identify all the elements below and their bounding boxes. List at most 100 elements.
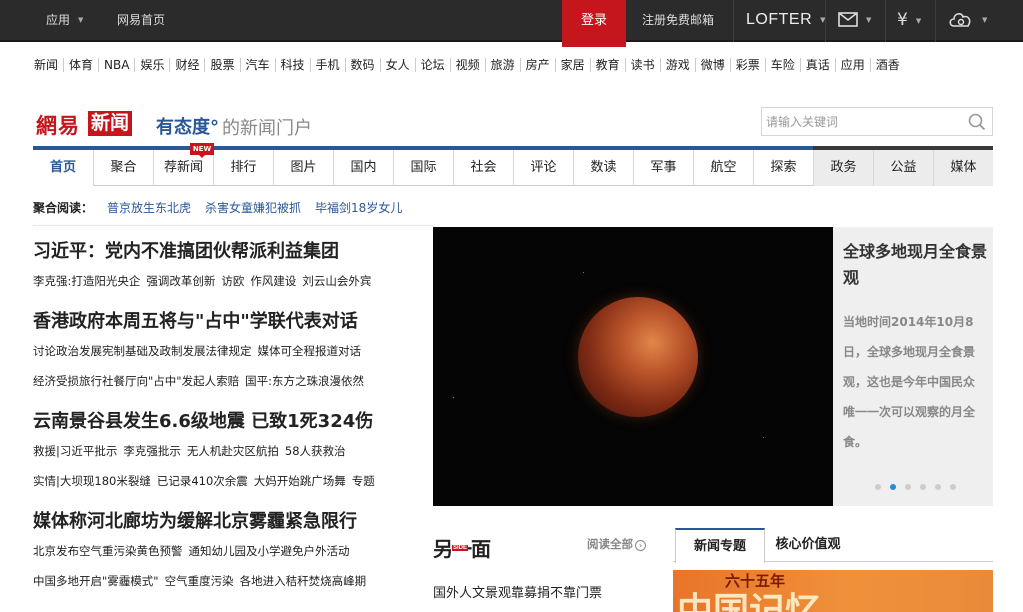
mail-menu[interactable]: ▼ [838, 0, 871, 42]
sub-headline-link[interactable]: 刘云山会外宾 [302, 274, 371, 288]
channel-link[interactable]: 女人 [379, 58, 415, 72]
sub-headline-link[interactable]: 通知幼儿园及小学避免户外活动 [189, 544, 350, 558]
agg-label: 聚合阅读： [33, 201, 94, 215]
netease-logo[interactable]: 網易 [36, 110, 80, 140]
tab-8[interactable]: 评论 [513, 150, 573, 186]
channel-link[interactable]: 科技 [274, 58, 310, 72]
sub-headline-link[interactable]: 国平:东方之珠浪漫依然 [245, 374, 364, 388]
tab-core-values[interactable]: 核心价值观 [771, 528, 845, 562]
channel-link[interactable]: 酒香 [869, 58, 905, 72]
slide-dot[interactable] [875, 484, 881, 490]
login-button[interactable]: 登录 [562, 0, 626, 47]
agg-link[interactable]: 杀害女童嫌犯被抓 [205, 201, 301, 215]
yen-icon: ¥ [897, 10, 908, 30]
slide-title[interactable]: 全球多地现月全食景观 [843, 239, 987, 291]
news-logo[interactable]: 新闻 [88, 111, 133, 136]
tab-14[interactable]: 公益 [873, 150, 933, 186]
sub-headline-row: 中国多地开启"雾霾模式" 空气重度污染 各地进入秸秆焚烧高峰期 [33, 573, 372, 589]
channel-link[interactable]: NBA [98, 58, 134, 72]
channel-link[interactable]: 手机 [309, 58, 345, 72]
channel-link[interactable]: 教育 [589, 58, 625, 72]
channel-link[interactable]: 家居 [554, 58, 590, 72]
agg-link[interactable]: 毕福剑18岁女儿 [315, 201, 402, 215]
slide-dot[interactable] [890, 484, 896, 490]
sub-headline-link[interactable]: 中国多地开启"雾霾模式" [33, 574, 159, 588]
tab-0[interactable]: 首页 [33, 150, 93, 186]
payment-menu[interactable]: ¥ ▼ [897, 0, 921, 42]
tab-3[interactable]: 排行 [213, 150, 273, 186]
top-bar: 应用 ▼ 网易首页 注册免费邮箱 LOFTER ▼ ▼ ¥ ▼ ▼ [0, 0, 1023, 42]
channel-link[interactable]: 读书 [624, 58, 660, 72]
channel-link[interactable]: 论坛 [414, 58, 450, 72]
channel-link[interactable]: 数码 [344, 58, 380, 72]
tab-15[interactable]: 媒体 [933, 150, 993, 186]
sub-headline-link[interactable]: 媒体可全程报道对话 [258, 344, 362, 358]
sub-headline-link[interactable]: 访欧 [221, 274, 244, 288]
headline[interactable]: 香港政府本周五将与"占中"学联代表对话 [33, 307, 358, 333]
channel-link[interactable]: 新闻 [34, 58, 63, 72]
headline[interactable]: 云南景谷县发生6.6级地震 已致1死324伤 [33, 407, 373, 433]
tab-7[interactable]: 社会 [453, 150, 513, 186]
topic-banner[interactable]: 中国记忆 六十五年 [673, 570, 993, 612]
sub-headline-link[interactable]: 北京发布空气重污染黄色预警 [33, 544, 183, 558]
channel-link[interactable]: 游戏 [659, 58, 695, 72]
slide-image[interactable] [433, 227, 833, 506]
register-mail-link[interactable]: 注册免费邮箱 [642, 0, 714, 42]
headline[interactable]: 习近平：党内不准搞团伙帮派利益集团 [33, 237, 339, 263]
sub-headline-link[interactable]: 李克强批示 [123, 444, 181, 458]
channel-link[interactable]: 旅游 [484, 58, 520, 72]
tab-11[interactable]: 航空 [693, 150, 753, 186]
tab-4[interactable]: 图片 [273, 150, 333, 186]
cloud-menu[interactable]: ▼ [948, 0, 987, 42]
tab-9[interactable]: 数读 [573, 150, 633, 186]
tab-1[interactable]: 聚合 [93, 150, 153, 186]
search-icon[interactable] [968, 113, 986, 131]
apps-menu[interactable]: 应用 ▼ [46, 0, 83, 42]
sub-headline-link[interactable]: 大妈开始跳广场舞 [254, 474, 346, 488]
tab-10[interactable]: 军事 [633, 150, 693, 186]
slide-dot[interactable] [935, 484, 941, 490]
channel-link[interactable]: 应用 [834, 58, 870, 72]
channel-link[interactable]: 微博 [694, 58, 730, 72]
slide-dot[interactable] [905, 484, 911, 490]
tab-12[interactable]: 探索 [753, 150, 813, 186]
sub-headline-link[interactable]: 实情|大坝现180米裂缝 [33, 474, 151, 488]
channel-link[interactable]: 视频 [449, 58, 485, 72]
sub-headline-link[interactable]: 58人获救治 [285, 444, 346, 458]
channel-link[interactable]: 房产 [519, 58, 555, 72]
tab-5[interactable]: 国内 [333, 150, 393, 186]
sub-headline-link[interactable]: 专题 [352, 474, 375, 488]
search-input[interactable] [762, 108, 952, 135]
headline[interactable]: 媒体称河北廊坊为缓解北京雾霾紧急限行 [33, 507, 357, 533]
channel-link[interactable]: 财经 [169, 58, 204, 72]
sub-headline-link[interactable]: 已记录410次余震 [157, 474, 248, 488]
channel-link[interactable]: 汽车 [239, 58, 275, 72]
agg-link[interactable]: 普京放生东北虎 [107, 201, 191, 215]
slide-dot[interactable] [950, 484, 956, 490]
lofter-menu[interactable]: LOFTER ▼ [746, 0, 826, 42]
sub-headline-link[interactable]: 李克强:打造阳光央企 [33, 274, 140, 288]
sub-headline-link[interactable]: 经济受损旅行社餐厅向"占中"发起人索赔 [33, 374, 239, 388]
channel-link[interactable]: 车险 [764, 58, 800, 72]
channel-link[interactable]: 彩票 [729, 58, 765, 72]
sub-headline-link[interactable]: 各地进入秸秆焚烧高峰期 [240, 574, 367, 588]
sub-headline-link[interactable]: 作风建设 [250, 274, 296, 288]
tab-13[interactable]: 政务 [813, 150, 873, 186]
channel-link[interactable]: 体育 [63, 58, 98, 72]
slide-dot[interactable] [920, 484, 926, 490]
divider [733, 0, 734, 42]
home-link[interactable]: 网易首页 [117, 0, 165, 42]
tab-news-topics[interactable]: 新闻专题 [675, 528, 765, 563]
channel-link[interactable]: 真话 [799, 58, 835, 72]
divider [825, 0, 826, 42]
sub-headline-link[interactable]: 讨论政治发展宪制基础及政制发展法律规定 [33, 344, 252, 358]
tab-6[interactable]: 国际 [393, 150, 453, 186]
sub-headline-link[interactable]: 空气重度污染 [165, 574, 234, 588]
channel-link[interactable]: 娱乐 [134, 58, 169, 72]
sub-headline-link[interactable]: 救援|习近平批示 [33, 444, 117, 458]
read-all-link[interactable]: 阅读全部 › [587, 536, 646, 552]
sub-headline-link[interactable]: 无人机赴灾区航拍 [187, 444, 279, 458]
channel-link[interactable]: 股票 [204, 58, 239, 72]
sub-headline-link[interactable]: 强调改革创新 [146, 274, 215, 288]
side-item[interactable]: 国外人文景观靠募捐不靠门票 [433, 582, 602, 601]
